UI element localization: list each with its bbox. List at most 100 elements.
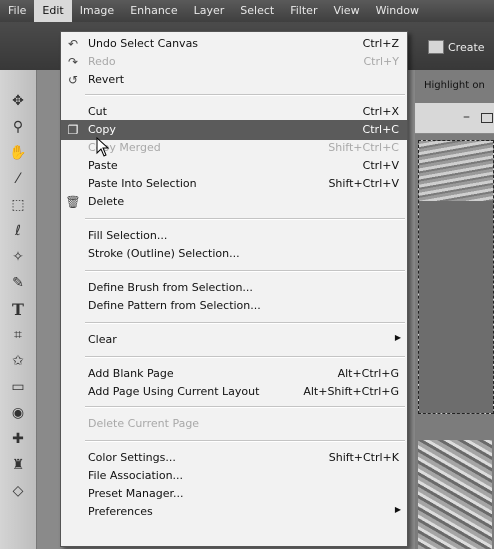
menu-item-define-pattern-from-selection[interactable]: Define Pattern from Selection... <box>61 296 407 316</box>
undo-icon: ↶ <box>67 37 79 51</box>
menu-item-shortcut: Shift+Ctrl+C <box>328 141 399 154</box>
menu-item-label: Undo Select Canvas <box>88 37 199 50</box>
menu-item-shortcut: Alt+Ctrl+G <box>337 367 399 380</box>
menu-filter[interactable]: Filter <box>282 0 325 22</box>
edit-menu: ↶ Undo Select Canvas Ctrl+Z ↷ Redo Ctrl+Y ↺ Rev… <box>60 31 408 547</box>
stamp-icon[interactable]: ♜ <box>8 456 28 474</box>
lasso-icon[interactable]: ℓ <box>8 222 28 240</box>
move-icon[interactable]: ✥ <box>8 92 28 110</box>
revert-icon: ↺ <box>67 73 79 87</box>
menu-item-shortcut: Ctrl+C <box>362 123 399 136</box>
maximize-icon[interactable] <box>481 113 493 123</box>
menu-separator <box>85 406 405 408</box>
menu-item-label: Color Settings... <box>88 451 176 464</box>
menu-window[interactable]: Window <box>368 0 427 22</box>
menu-item-paste-into-selection[interactable]: Paste Into Selection Shift+Ctrl+V <box>61 174 407 194</box>
menu-select[interactable]: Select <box>232 0 282 22</box>
menu-separator <box>85 440 405 442</box>
menu-item-label: Paste Into Selection <box>88 177 197 190</box>
eyedropper-icon[interactable]: ⁄ <box>8 170 28 188</box>
menu-separator <box>85 94 405 96</box>
menu-layer[interactable]: Layer <box>186 0 233 22</box>
toolbox: ✥ ⚲ ✋ ⁄ ⬚ ℓ ✧ ✎ T ⌗ ✩ ▭ ◉ ✚ ♜ ◇ <box>0 70 37 549</box>
menu-item-revert[interactable]: ↺ Revert <box>61 70 407 90</box>
menu-item-label: Preferences <box>88 505 153 518</box>
create-label: Create <box>448 40 485 54</box>
menu-item-shortcut: Ctrl+V <box>362 159 399 172</box>
copy-icon: ❐ <box>67 123 79 137</box>
type-icon[interactable]: T <box>8 300 28 319</box>
menu-item-preferences[interactable]: Preferences ▶ <box>61 502 407 522</box>
menu-item-label: Delete Current Page <box>88 417 200 430</box>
menu-item-label: Add Page Using Current Layout <box>88 385 260 398</box>
submenu-arrow-icon: ▶ <box>394 505 401 514</box>
hand-icon[interactable]: ✋ <box>8 144 28 162</box>
highlight-on-label: Highlight on <box>424 80 485 91</box>
mouse-cursor-icon <box>96 137 110 157</box>
document-title-bar: – <box>415 103 494 134</box>
healing-icon[interactable]: ✚ <box>8 430 28 448</box>
menu-item-shortcut: Shift+Ctrl+V <box>328 177 399 190</box>
selection-area <box>419 201 493 413</box>
menu-item-clear[interactable]: Clear ▶ <box>61 330 407 350</box>
menu-item-label: File Association... <box>88 469 184 482</box>
menu-item-copy-merged[interactable]: Copy Merged Shift+Ctrl+C <box>61 138 407 158</box>
menu-item-fill-selection[interactable]: Fill Selection... <box>61 226 407 246</box>
menu-item-label: Fill Selection... <box>88 229 168 242</box>
menu-item-label: Revert <box>88 73 125 86</box>
create-icon <box>428 40 444 54</box>
menu-item-label: Delete <box>88 195 125 208</box>
menu-image[interactable]: Image <box>72 0 122 22</box>
cookie-cutter-icon[interactable]: ✩ <box>8 352 28 370</box>
straighten-icon[interactable]: ▭ <box>8 378 28 396</box>
menu-item-file-association[interactable]: File Association... <box>61 466 407 486</box>
menu-item-cut[interactable]: Cut Ctrl+X <box>61 102 407 122</box>
brush-selection-icon[interactable]: ✎ <box>8 274 28 292</box>
menu-file[interactable]: File <box>0 0 34 22</box>
crop-icon[interactable]: ⌗ <box>8 326 28 344</box>
menu-item-paste[interactable]: Paste Ctrl+V <box>61 156 407 176</box>
menu-separator <box>85 218 405 220</box>
menu-edit[interactable]: Edit <box>34 0 72 22</box>
menu-enhance[interactable]: Enhance <box>122 0 185 22</box>
menu-item-delete-current-page[interactable]: Delete Current Page <box>61 414 407 434</box>
zoom-icon[interactable]: ⚲ <box>8 118 28 136</box>
menu-separator <box>85 270 405 272</box>
minimize-icon[interactable]: – <box>463 109 470 125</box>
menu-item-redo[interactable]: ↷ Redo Ctrl+Y <box>61 52 407 72</box>
menu-item-define-brush-from-selection[interactable]: Define Brush from Selection... <box>61 278 407 298</box>
menu-item-label: Clear <box>88 333 117 346</box>
menu-item-delete[interactable]: 🗑 Delete <box>61 192 407 212</box>
menu-item-label: Define Brush from Selection... <box>88 281 253 294</box>
menu-item-label: Define Pattern from Selection... <box>88 299 261 312</box>
menu-item-color-settings[interactable]: Color Settings... Shift+Ctrl+K <box>61 448 407 468</box>
menu-view[interactable]: View <box>325 0 367 22</box>
menu-item-add-blank-page[interactable]: Add Blank Page Alt+Ctrl+G <box>61 364 407 384</box>
menu-item-undo-select-canvas[interactable]: ↶ Undo Select Canvas Ctrl+Z <box>61 34 407 54</box>
menu-item-label: Add Blank Page <box>88 367 174 380</box>
menu-separator <box>85 356 405 358</box>
menu-item-add-page-using-current-layout[interactable]: Add Page Using Current Layout Alt+Shift+C… <box>61 382 407 402</box>
menu-item-shortcut: Ctrl+X <box>362 105 399 118</box>
menu-bar: File Edit Image Enhance Layer Select Filter Vie… <box>0 0 494 22</box>
menu-item-stroke-outline-selection[interactable]: Stroke (Outline) Selection... <box>61 244 407 264</box>
menu-item-copy[interactable]: ❐ Copy Ctrl+C <box>61 120 407 140</box>
menu-item-label: Redo <box>88 55 116 68</box>
create-button[interactable]: Create <box>428 40 485 54</box>
menu-item-preset-manager[interactable]: Preset Manager... <box>61 484 407 504</box>
menu-item-label: Paste <box>88 159 118 172</box>
menu-item-shortcut: Shift+Ctrl+K <box>328 451 399 464</box>
photo-bin-thumbnail[interactable] <box>418 440 492 549</box>
menu-item-shortcut: Ctrl+Z <box>362 37 399 50</box>
marquee-icon[interactable]: ⬚ <box>8 196 28 214</box>
trash-icon: 🗑 <box>65 195 81 209</box>
magic-wand-icon[interactable]: ✧ <box>8 248 28 266</box>
red-eye-icon[interactable]: ◉ <box>8 404 28 422</box>
document-photo[interactable] <box>418 140 494 414</box>
menu-item-shortcut: Alt+Shift+Ctrl+G <box>303 385 399 398</box>
menu-item-label: Stroke (Outline) Selection... <box>88 247 240 260</box>
menu-separator <box>85 322 405 324</box>
menu-item-label: Cut <box>88 105 107 118</box>
eraser-icon[interactable]: ◇ <box>8 482 28 500</box>
menu-item-shortcut: Ctrl+Y <box>363 55 399 68</box>
